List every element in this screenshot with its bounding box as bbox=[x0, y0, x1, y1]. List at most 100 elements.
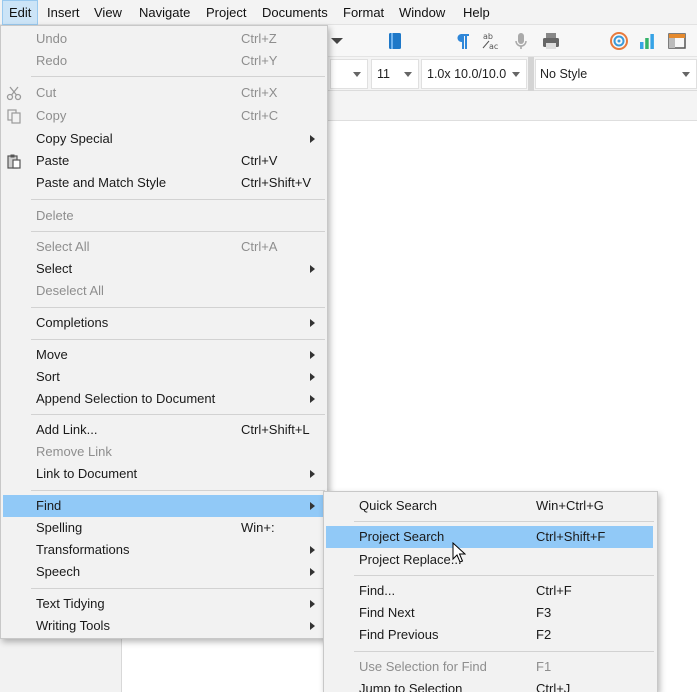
menu-item-project-replace[interactable]: Project Replace... bbox=[326, 549, 653, 571]
menu-item-label: Paste bbox=[36, 153, 70, 168]
menu-item-copy[interactable]: Copy Ctrl+C bbox=[3, 105, 325, 127]
menu-edit[interactable]: Edit bbox=[2, 0, 39, 25]
menu-item-select-all[interactable]: Select All Ctrl+A bbox=[3, 236, 325, 258]
svg-text:ac: ac bbox=[489, 42, 498, 51]
chevron-down-icon bbox=[404, 72, 412, 77]
menu-item-label: Add Link... bbox=[36, 422, 98, 437]
submenu-arrow-icon bbox=[310, 546, 315, 554]
menu-item-link-to-document[interactable]: Link to Document bbox=[3, 463, 325, 485]
menu-item-append-selection[interactable]: Append Selection to Document bbox=[3, 388, 325, 410]
font-size-combo[interactable]: 11 bbox=[371, 59, 419, 89]
menu-separator bbox=[31, 307, 325, 308]
menu-item-find-previous[interactable]: Find Previous F2 bbox=[326, 624, 653, 646]
submenu-arrow-icon bbox=[310, 351, 315, 359]
menu-item-select[interactable]: Select bbox=[3, 258, 325, 280]
style-value: No Style bbox=[540, 67, 588, 81]
menu-item-jump-to-selection[interactable]: Jump to Selection Ctrl+J bbox=[326, 678, 653, 692]
menu-item-redo[interactable]: Redo Ctrl+Y bbox=[3, 50, 325, 72]
menu-item-copy-special[interactable]: Copy Special bbox=[3, 128, 325, 150]
menu-item-shortcut: Ctrl+Shift+L bbox=[241, 422, 310, 437]
menu-separator bbox=[31, 414, 325, 415]
menu-item-label: Use Selection for Find bbox=[359, 659, 487, 674]
format-bar-divider bbox=[528, 57, 534, 91]
submenu-arrow-icon bbox=[310, 568, 315, 576]
printer-icon[interactable] bbox=[540, 30, 562, 52]
menu-item-shortcut: Ctrl+F bbox=[536, 583, 572, 598]
menu-item-cut[interactable]: Cut Ctrl+X bbox=[3, 82, 325, 104]
composition-book-icon[interactable] bbox=[384, 30, 406, 52]
menu-item-project-search[interactable]: Project Search Ctrl+Shift+F bbox=[326, 526, 653, 548]
menu-item-transformations[interactable]: Transformations bbox=[3, 539, 325, 561]
menu-item-label: Project Search bbox=[359, 529, 445, 544]
menu-item-label: Cut bbox=[36, 85, 57, 100]
menu-item-text-tidying[interactable]: Text Tidying bbox=[3, 593, 325, 615]
submenu-arrow-icon bbox=[310, 622, 315, 630]
menu-insert[interactable]: Insert bbox=[41, 0, 86, 25]
microphone-icon[interactable] bbox=[510, 30, 532, 52]
menu-item-label: Delete bbox=[36, 208, 74, 223]
menu-separator bbox=[354, 521, 654, 522]
menu-item-label: Remove Link bbox=[36, 444, 112, 459]
menu-separator bbox=[31, 490, 325, 491]
menu-item-add-link[interactable]: Add Link... Ctrl+Shift+L bbox=[3, 419, 325, 441]
menu-item-find-dialog[interactable]: Find... Ctrl+F bbox=[326, 580, 653, 602]
menu-separator bbox=[31, 339, 325, 340]
menu-item-deselect-all[interactable]: Deselect All bbox=[3, 280, 325, 302]
menu-item-find[interactable]: Find bbox=[3, 495, 325, 517]
submenu-arrow-icon bbox=[310, 265, 315, 273]
menu-item-label: Deselect All bbox=[36, 283, 104, 298]
menu-item-remove-link[interactable]: Remove Link bbox=[3, 441, 325, 463]
menu-help[interactable]: Help bbox=[457, 0, 496, 25]
menu-item-spelling[interactable]: Spelling Win+: bbox=[3, 517, 325, 539]
spellcheck-ab-ac-icon[interactable]: abac bbox=[480, 30, 502, 52]
layout-icon[interactable] bbox=[666, 30, 688, 52]
menu-documents[interactable]: Documents bbox=[256, 0, 334, 25]
menu-item-paste[interactable]: Paste Ctrl+V bbox=[3, 150, 325, 172]
menu-item-undo[interactable]: Undo Ctrl+Z bbox=[3, 28, 325, 50]
menu-item-speech[interactable]: Speech bbox=[3, 561, 325, 583]
menu-item-label: Select bbox=[36, 261, 73, 276]
mouse-pointer-icon bbox=[452, 542, 466, 563]
menu-item-writing-tools[interactable]: Writing Tools bbox=[3, 615, 325, 637]
menu-item-sort[interactable]: Sort bbox=[3, 366, 325, 388]
menu-item-label: Jump to Selection bbox=[359, 681, 463, 692]
menu-item-delete[interactable]: Delete bbox=[3, 205, 325, 227]
font-family-combo[interactable] bbox=[330, 59, 368, 89]
menu-item-label: Writing Tools bbox=[36, 618, 110, 633]
menu-item-label: Find Previous bbox=[359, 627, 439, 642]
menu-item-quick-search[interactable]: Quick Search Win+Ctrl+G bbox=[326, 495, 653, 517]
menu-item-label: Completions bbox=[36, 315, 109, 330]
font-size-value: 11 bbox=[377, 67, 390, 81]
menu-item-shortcut: Ctrl+A bbox=[241, 239, 278, 254]
menu-item-use-selection-for-find[interactable]: Use Selection for Find F1 bbox=[326, 656, 653, 678]
bar-chart-icon[interactable] bbox=[636, 30, 658, 52]
menu-item-label: Speech bbox=[36, 564, 81, 579]
submenu-arrow-icon bbox=[310, 135, 315, 143]
menu-item-find-next[interactable]: Find Next F3 bbox=[326, 602, 653, 624]
target-icon[interactable] bbox=[608, 30, 630, 52]
submenu-arrow-icon bbox=[310, 470, 315, 478]
menu-item-paste-and-match-style[interactable]: Paste and Match Style Ctrl+Shift+V bbox=[3, 172, 325, 194]
menu-item-shortcut: Ctrl+C bbox=[241, 108, 279, 123]
menu-item-label: Undo bbox=[36, 31, 68, 46]
scissors-icon bbox=[6, 86, 22, 101]
edit-menu: Undo Ctrl+Z Redo Ctrl+Y Cut Ctrl+X Copy … bbox=[0, 25, 328, 639]
menu-project[interactable]: Project bbox=[200, 0, 252, 25]
menu-item-shortcut: Win+Ctrl+G bbox=[536, 498, 604, 513]
menu-window[interactable]: Window bbox=[393, 0, 451, 25]
menu-item-label: Select All bbox=[36, 239, 90, 254]
menu-item-completions[interactable]: Completions bbox=[3, 312, 325, 334]
menu-separator bbox=[354, 651, 654, 652]
menu-item-label: Find bbox=[36, 498, 62, 513]
pilcrow-icon[interactable] bbox=[452, 30, 474, 52]
dropdown-arrow-icon[interactable] bbox=[326, 30, 348, 52]
menu-item-shortcut: Ctrl+Shift+F bbox=[536, 529, 606, 544]
menu-view[interactable]: View bbox=[88, 0, 128, 25]
style-combo[interactable]: No Style bbox=[535, 59, 697, 89]
submenu-arrow-icon bbox=[310, 600, 315, 608]
menu-navigate[interactable]: Navigate bbox=[133, 0, 196, 25]
line-spacing-combo[interactable]: 1.0x 10.0/10.0 bbox=[421, 59, 527, 89]
menu-item-label: Spelling bbox=[36, 520, 83, 535]
menu-format[interactable]: Format bbox=[337, 0, 390, 25]
menu-item-move[interactable]: Move bbox=[3, 344, 325, 366]
